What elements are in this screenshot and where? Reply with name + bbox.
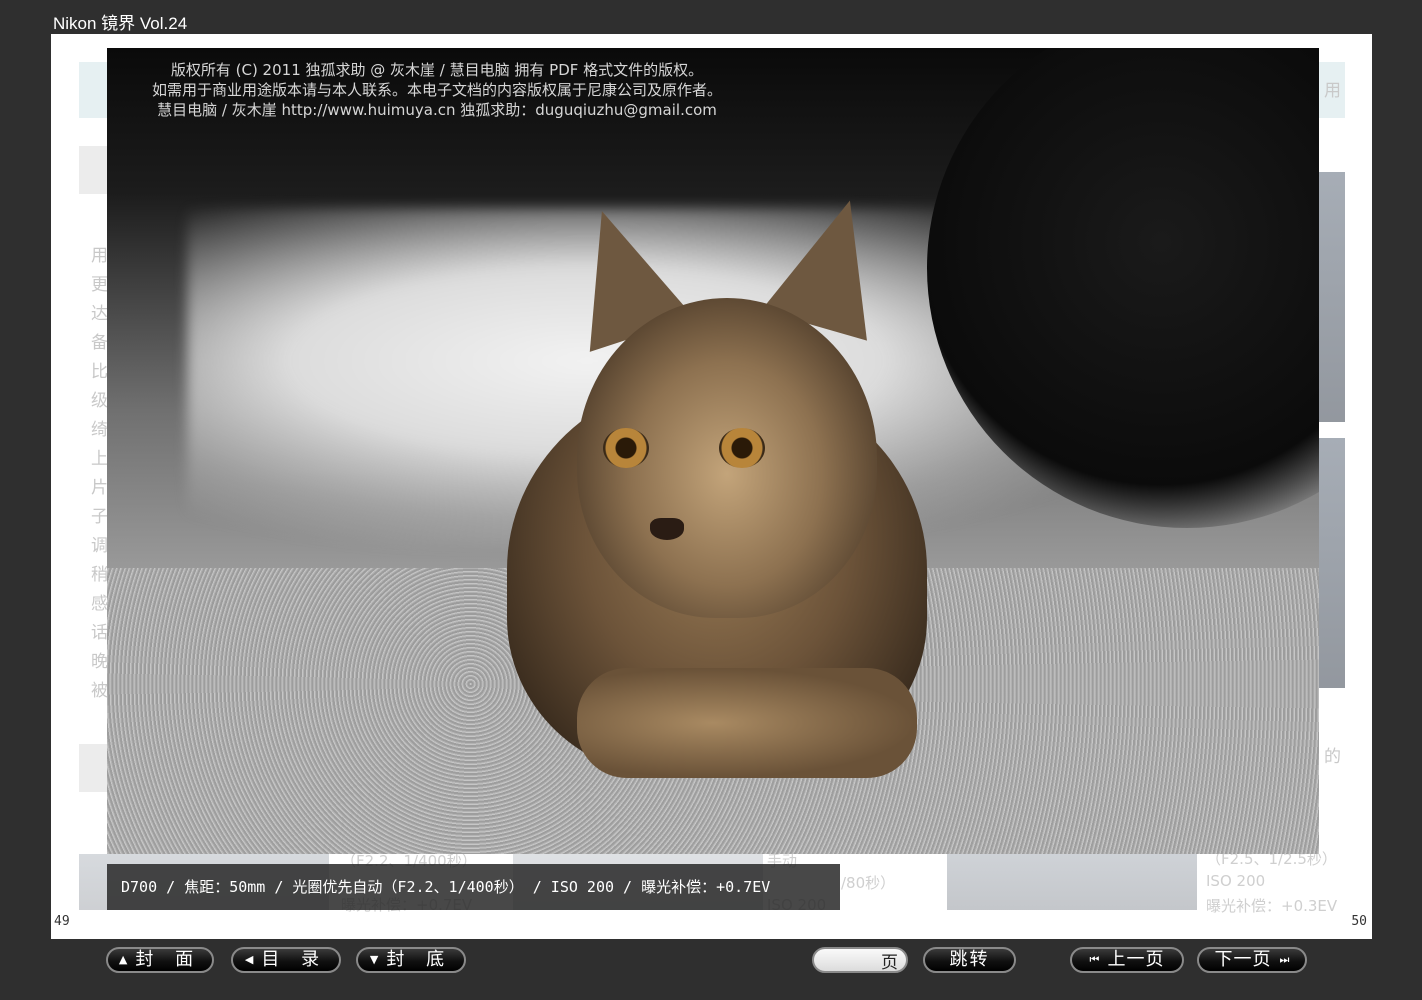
cat-eye-left — [603, 428, 649, 468]
bg-caption: ISO 200 — [1206, 872, 1266, 890]
bg-thumbnail — [1319, 172, 1345, 422]
app-title: Nikon 镜界 Vol.24 — [53, 14, 188, 33]
page-suffix-label: 页 — [881, 952, 898, 973]
cover-button[interactable]: ▲ 封 面 — [106, 947, 214, 973]
jump-label: 跳转 — [949, 949, 990, 970]
triangle-up-icon: ▲ — [118, 953, 128, 966]
bg-thumbnail — [947, 854, 1197, 910]
prev-page-button[interactable]: ⏮ 上一页 — [1070, 947, 1184, 973]
cat-paws — [577, 668, 917, 778]
toc-label: 目 录 — [261, 949, 328, 970]
copyright-line: 慧目电脑 / 灰木崖 http://www.huimuya.cn 独孤求助：du… — [157, 101, 717, 119]
skip-back-icon: ⏮ — [1089, 953, 1100, 966]
page-number-field[interactable]: 页 — [812, 947, 908, 973]
triangle-down-icon: ▼ — [369, 953, 379, 966]
enlarged-photo[interactable]: 版权所有 (C) 2011 独孤求助 @ 灰木崖 / 慧目电脑 拥有 PDF 格… — [107, 48, 1319, 854]
jump-button[interactable]: 跳转 — [923, 947, 1016, 973]
back-cover-label: 封 底 — [386, 949, 453, 970]
left-page-number: 49 — [54, 914, 70, 929]
cover-label: 封 面 — [135, 949, 202, 970]
copyright-line: 版权所有 (C) 2011 独孤求助 @ 灰木崖 / 慧目电脑 拥有 PDF 格… — [170, 61, 704, 79]
cat-nose — [650, 518, 684, 540]
skip-forward-icon: ⏭ — [1279, 953, 1290, 966]
bg-caption: 曝光补偿：+0.3EV — [1206, 897, 1338, 915]
section-heading-block — [79, 146, 109, 194]
lower-heading-block — [79, 744, 109, 792]
right-page-number: 50 — [1351, 914, 1367, 929]
prev-page-label: 上一页 — [1107, 949, 1165, 970]
next-page-button[interactable]: 下一页 ⏭ — [1197, 947, 1307, 973]
next-page-label: 下一页 — [1214, 949, 1272, 970]
copyright-line: 如需用于商业用途版本请与本人联系。本电子文档的内容版权属于尼康公司及原作者。 — [151, 81, 722, 99]
bg-right-fragment: 的 — [1324, 747, 1341, 767]
toc-button[interactable]: ◀ 目 录 — [231, 947, 341, 973]
copyright-notice: 版权所有 (C) 2011 独孤求助 @ 灰木崖 / 慧目电脑 拥有 PDF 格… — [107, 60, 767, 120]
bg-thumbnail — [1319, 438, 1345, 688]
cat-eye-right — [719, 428, 765, 468]
bg-right-fragment: 用 — [1324, 81, 1341, 101]
triangle-left-icon: ◀ — [244, 953, 254, 966]
bg-caption: /80秒） — [841, 874, 896, 892]
page-number-input[interactable] — [824, 951, 878, 971]
back-cover-button[interactable]: ▼ 封 底 — [356, 947, 466, 973]
photo-caption: D700 / 焦距：50mm / 光圈优先自动（F2.2、1/400秒） / I… — [107, 864, 840, 910]
